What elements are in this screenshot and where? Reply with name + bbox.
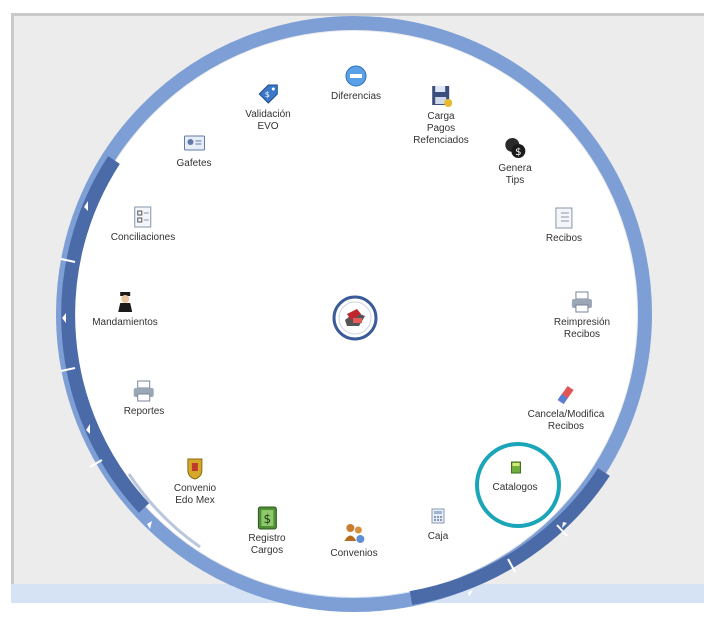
eraser-icon [558,386,574,404]
checklist-icon [134,206,152,228]
price-tag-icon: $ [258,84,278,104]
printer-icon [133,380,154,402]
menu-label: Registro Cargos [248,533,286,556]
menu-label: Conciliaciones [110,232,176,243]
menu-label: Carga Pagos Refenciados [413,111,469,146]
floppy-disk-icon [432,86,452,107]
receipt-icon [555,207,573,229]
coat-of-arms-icon [187,458,203,480]
arrow-bottom[interactable] [468,590,473,597]
printer-icon [571,291,592,313]
svg-text:$: $ [515,147,521,158]
people-gear-icon [343,524,364,543]
menu-label: Validación EVO [245,109,291,132]
coins-icon: $ [504,138,525,158]
book-icon [510,461,521,474]
menu-label: Caja [427,531,449,542]
calculator-icon [431,508,445,524]
svg-text:$: $ [263,512,271,526]
officer-icon [118,292,132,312]
center-logo-icon[interactable] [331,294,379,342]
svg-text:$: $ [264,90,269,99]
menu-label: Cancela/Modifica Recibos [527,409,605,432]
menu-label: Reportes [123,406,165,417]
menu-label: Gafetes [176,158,212,169]
menu-label: Reimpresión Recibos [553,317,611,340]
minus-circle-icon [345,65,367,87]
menu-label: Diferencias [330,91,382,102]
menu-label: Mandamientos [92,317,158,328]
money-book-icon: $ [257,506,277,530]
menu-label: Genera Tips [498,163,532,186]
menu-label: Convenio Edo Mex [173,483,217,506]
menu-label: Recibos [545,233,583,244]
menu-label: Convenios [330,548,378,559]
menu-label: Catalogos [492,482,538,493]
id-card-icon [183,135,205,151]
